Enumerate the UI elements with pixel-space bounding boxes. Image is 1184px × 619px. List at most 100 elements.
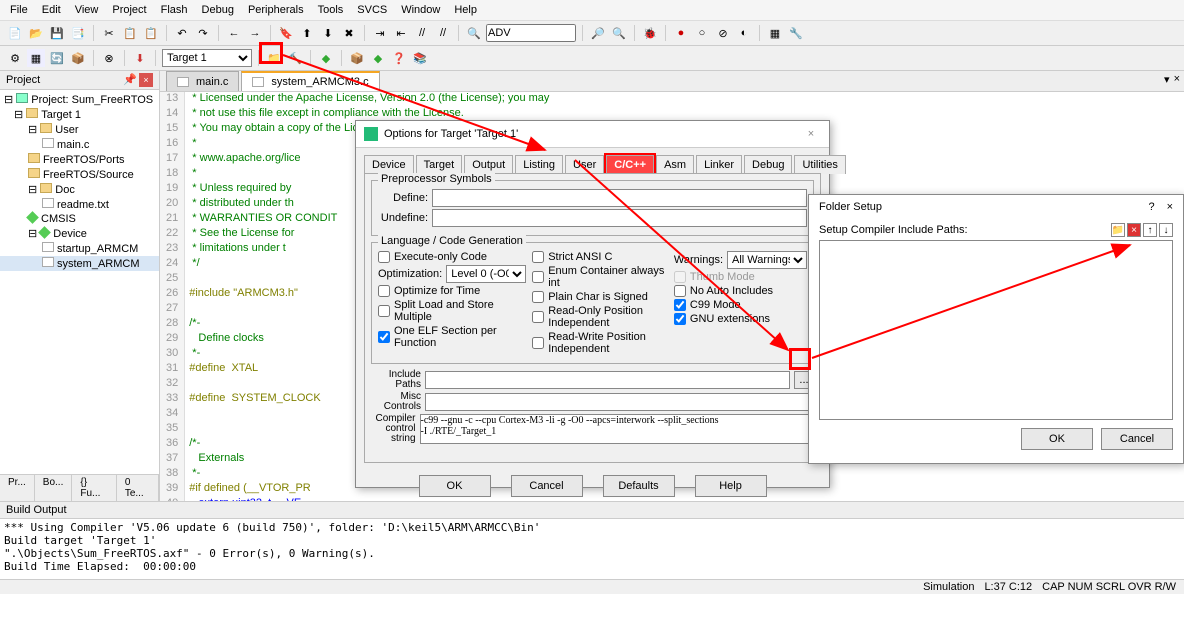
options-tab-asm[interactable]: Asm <box>656 155 694 174</box>
enum-container-check[interactable] <box>532 271 544 283</box>
pane-close-icon[interactable]: × <box>139 73 153 87</box>
tree-group-source[interactable]: FreeRTOS/Source <box>0 167 159 182</box>
find-in-files-icon[interactable]: 🔎 <box>589 24 607 42</box>
tree-group-ports[interactable]: FreeRTOS/Ports <box>0 152 159 167</box>
tree-file-startup[interactable]: startup_ARMCM <box>0 241 159 256</box>
comment-icon[interactable]: // <box>413 24 431 42</box>
tree-file-readme[interactable]: readme.txt <box>0 197 159 212</box>
outdent-icon[interactable]: ⇤ <box>392 24 410 42</box>
build-icon[interactable]: ▦ <box>27 49 45 67</box>
system-view-icon[interactable]: ◆ <box>369 49 387 67</box>
tree-group-doc[interactable]: ⊟ Doc <box>0 182 159 197</box>
options-tab-target[interactable]: Target <box>416 155 463 174</box>
breakpoint-disable-icon[interactable]: ○ <box>693 24 711 42</box>
file-ext-icon[interactable]: 📁 <box>265 49 283 67</box>
dock-tab-0[interactable]: Pr... <box>0 475 35 501</box>
c99-check[interactable] <box>674 299 686 311</box>
options-tab-user[interactable]: User <box>565 155 604 174</box>
tree-group-user[interactable]: ⊟ User <box>0 122 159 137</box>
warnings-select[interactable]: All Warnings <box>727 251 807 269</box>
options-tab-linker[interactable]: Linker <box>696 155 742 174</box>
options-help-button[interactable]: Help <box>695 475 767 497</box>
ro-pos-check[interactable] <box>532 311 544 323</box>
split-load-check[interactable] <box>378 305 390 317</box>
rebuild-icon[interactable]: 🔄 <box>48 49 66 67</box>
find-icon[interactable]: 🔍 <box>465 24 483 42</box>
pack-installer-icon[interactable]: 📦 <box>348 49 366 67</box>
folder-down-icon[interactable]: ↓ <box>1159 223 1173 237</box>
bookmark-icon[interactable]: 🔖 <box>277 24 295 42</box>
folder-ok-button[interactable]: OK <box>1021 428 1093 450</box>
undefine-input[interactable] <box>432 209 807 227</box>
editor-close-icon[interactable]: × <box>1174 73 1180 86</box>
plain-char-check[interactable] <box>532 291 544 303</box>
gnu-check[interactable] <box>674 313 686 325</box>
options-defaults-button[interactable]: Defaults <box>603 475 675 497</box>
tree-project-root[interactable]: ⊟ Project: Sum_FreeRTOS <box>0 92 159 107</box>
debug-icon[interactable]: 🐞 <box>641 24 659 42</box>
indent-icon[interactable]: ⇥ <box>371 24 389 42</box>
nav-back-icon[interactable]: ← <box>225 24 243 42</box>
download-icon[interactable]: ⬇ <box>131 49 149 67</box>
new-file-icon[interactable]: 📄 <box>6 24 24 42</box>
options-ok-button[interactable]: OK <box>419 475 491 497</box>
find-input[interactable] <box>486 24 576 42</box>
menu-flash[interactable]: Flash <box>161 4 188 16</box>
bookmark-clear-icon[interactable]: ✖ <box>340 24 358 42</box>
window-icon[interactable]: ▦ <box>766 24 784 42</box>
menu-edit[interactable]: Edit <box>42 4 61 16</box>
tree-file-main[interactable]: main.c <box>0 137 159 152</box>
dock-tab-2[interactable]: {} Fu... <box>72 475 116 501</box>
menu-view[interactable]: View <box>75 4 99 16</box>
project-tree[interactable]: ⊟ Project: Sum_FreeRTOS ⊟ Target 1 ⊟ Use… <box>0 90 159 474</box>
strict-ansi-check[interactable] <box>532 251 544 263</box>
options-close-button[interactable]: × <box>801 128 821 140</box>
folder-new-icon[interactable]: 📁 <box>1111 223 1125 237</box>
include-path-list[interactable] <box>819 240 1173 420</box>
options-tab-debug[interactable]: Debug <box>744 155 792 174</box>
redo-icon[interactable]: ↷ <box>194 24 212 42</box>
breakpoint-kill-icon[interactable]: ⊘ <box>714 24 732 42</box>
target-select[interactable]: Target 1 <box>162 49 252 67</box>
options-tab-listing[interactable]: Listing <box>515 155 563 174</box>
menu-project[interactable]: Project <box>112 4 146 16</box>
pane-pin-icon[interactable]: 📌 <box>123 73 137 87</box>
tab-system-armcm3[interactable]: system_ARMCM3.c <box>241 71 379 91</box>
folder-cancel-button[interactable]: Cancel <box>1101 428 1173 450</box>
rw-pos-check[interactable] <box>532 337 544 349</box>
dock-tab-3[interactable]: 0 Te... <box>117 475 159 501</box>
menu-window[interactable]: Window <box>401 4 440 16</box>
optimization-select[interactable]: Level 0 (-O0) <box>446 265 526 283</box>
execute-only-check[interactable] <box>378 251 390 263</box>
copy-icon[interactable]: 📋 <box>121 24 139 42</box>
menu-file[interactable]: File <box>10 4 28 16</box>
incremental-find-icon[interactable]: 🔍 <box>610 24 628 42</box>
menu-debug[interactable]: Debug <box>202 4 234 16</box>
breakpoint-enable-icon[interactable]: ◐ <box>735 24 753 42</box>
help-icon[interactable]: ❓ <box>390 49 408 67</box>
options-tab-utilities[interactable]: Utilities <box>794 155 845 174</box>
define-input[interactable] <box>432 189 807 207</box>
tab-main-c[interactable]: main.c <box>166 71 239 91</box>
options-tab-cc[interactable]: C/C++ <box>606 155 654 174</box>
no-auto-check[interactable] <box>674 285 686 297</box>
menu-peripherals[interactable]: Peripherals <box>248 4 304 16</box>
open-icon[interactable]: 📂 <box>27 24 45 42</box>
batch-build-icon[interactable]: 📦 <box>69 49 87 67</box>
one-elf-check[interactable] <box>378 331 390 343</box>
folder-help-icon[interactable]: ? <box>1148 201 1154 213</box>
tree-cmsis[interactable]: CMSIS <box>0 212 159 226</box>
menu-tools[interactable]: Tools <box>318 4 344 16</box>
options-tab-device[interactable]: Device <box>364 155 414 174</box>
nav-fwd-icon[interactable]: → <box>246 24 264 42</box>
dock-tab-1[interactable]: Bo... <box>35 475 73 501</box>
options-icon[interactable]: 🔨 <box>286 49 304 67</box>
tree-file-system[interactable]: system_ARMCM <box>0 256 159 271</box>
config-icon[interactable]: 🔧 <box>787 24 805 42</box>
optimize-time-check[interactable] <box>378 285 390 297</box>
bookmark-next-icon[interactable]: ⬇ <box>319 24 337 42</box>
breakpoint-icon[interactable]: ● <box>672 24 690 42</box>
uncomment-icon[interactable]: // <box>434 24 452 42</box>
bookmark-prev-icon[interactable]: ⬆ <box>298 24 316 42</box>
paste-icon[interactable]: 📋 <box>142 24 160 42</box>
